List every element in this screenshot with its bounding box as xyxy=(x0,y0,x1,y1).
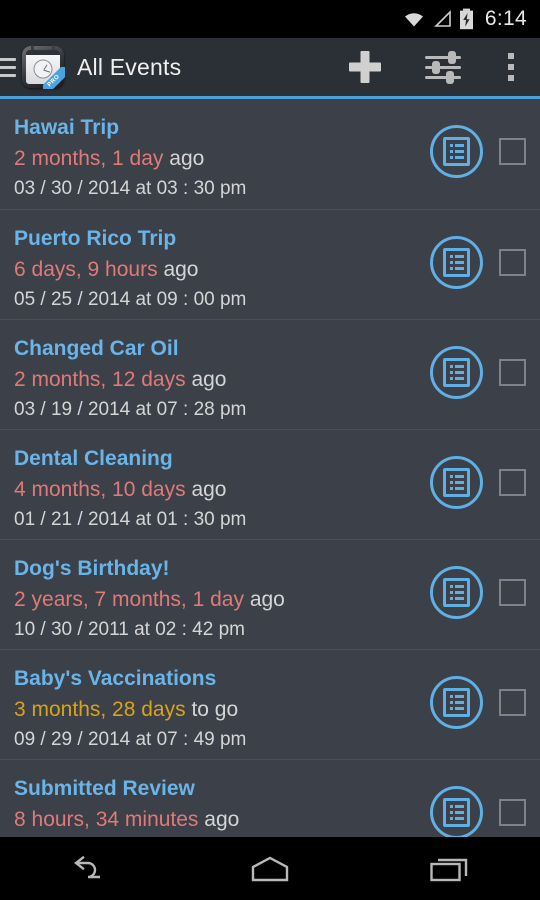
event-row[interactable]: Submitted Review 8 hours, 34 minutes ago xyxy=(0,759,540,837)
event-row-actions xyxy=(430,456,526,509)
more-vertical-icon xyxy=(508,53,514,81)
event-details-icon[interactable] xyxy=(430,346,483,399)
event-duration-value: 2 months, 1 day xyxy=(14,147,164,170)
event-row[interactable]: Changed Car Oil 2 months, 12 days ago 03 /… xyxy=(0,319,540,429)
event-row[interactable]: Dog's Birthday! 2 years, 7 months, 1 day … xyxy=(0,539,540,649)
recent-apps-icon xyxy=(430,858,468,881)
status-bar-clock: 6:14 xyxy=(484,7,527,30)
event-duration-value: 8 hours, 34 minutes xyxy=(14,808,199,831)
back-button[interactable] xyxy=(15,837,165,900)
event-duration-suffix: ago xyxy=(163,258,199,281)
pro-badge-label: PRO xyxy=(43,67,65,89)
event-date: 01 / 21 / 2014 at 01 : 30 pm xyxy=(14,509,247,530)
plus-icon xyxy=(349,51,381,83)
event-select-checkbox[interactable] xyxy=(499,469,526,496)
event-duration-value: 4 months, 10 days xyxy=(14,478,186,501)
event-details-icon[interactable] xyxy=(430,676,483,729)
back-icon xyxy=(74,855,100,878)
event-select-checkbox[interactable] xyxy=(499,359,526,386)
event-duration-value: 6 days, 9 hours xyxy=(14,258,158,281)
event-duration-value: 3 months, 28 days xyxy=(14,698,186,721)
event-row[interactable]: Puerto Rico Trip 6 days, 9 hours ago 05 / … xyxy=(0,209,540,319)
page-title: All Events xyxy=(77,53,182,80)
event-duration-suffix: ago xyxy=(191,478,227,501)
event-duration-suffix: ago xyxy=(249,588,285,611)
event-duration-suffix: ago xyxy=(204,808,240,831)
home-icon xyxy=(251,856,289,881)
event-select-checkbox[interactable] xyxy=(499,799,526,826)
event-row[interactable]: Baby's Vaccinations 3 months, 28 days to … xyxy=(0,649,540,759)
event-select-checkbox[interactable] xyxy=(499,249,526,276)
event-row-actions xyxy=(430,786,526,837)
event-select-checkbox[interactable] xyxy=(499,138,526,165)
event-duration-suffix: ago xyxy=(169,147,205,170)
event-row-actions xyxy=(430,566,526,619)
status-bar: 6:14 xyxy=(0,0,540,38)
event-select-checkbox[interactable] xyxy=(499,689,526,716)
wifi-icon xyxy=(402,10,426,28)
event-date: 05 / 25 / 2014 at 09 : 00 pm xyxy=(14,289,247,310)
event-date: 03 / 30 / 2014 at 03 : 30 pm xyxy=(14,178,247,199)
event-row-actions xyxy=(430,346,526,399)
cell-signal-icon xyxy=(433,10,452,28)
event-date: 10 / 30 / 2011 at 02 : 42 pm xyxy=(14,619,245,640)
event-date: 09 / 29 / 2014 at 07 : 49 pm xyxy=(14,729,247,750)
app-screen: 6:14 PRO All Events Hawai Trip 2 months,… xyxy=(0,0,540,900)
event-duration-suffix: to go xyxy=(191,698,239,721)
event-row[interactable]: Hawai Trip 2 months, 1 day ago 03 / 30 / 2… xyxy=(0,99,540,209)
event-date: 03 / 19 / 2014 at 07 : 28 pm xyxy=(14,399,247,420)
recent-apps-button[interactable] xyxy=(375,837,525,900)
event-row-actions xyxy=(430,236,526,289)
battery-charging-icon xyxy=(459,8,474,30)
event-details-icon[interactable] xyxy=(430,456,483,509)
event-row-actions xyxy=(430,676,526,729)
event-details-icon[interactable] xyxy=(430,236,483,289)
event-select-checkbox[interactable] xyxy=(499,579,526,606)
hamburger-menu-icon[interactable] xyxy=(0,57,16,77)
action-bar-actions xyxy=(326,38,540,96)
system-navigation-bar xyxy=(0,837,540,900)
app-logo-clock-calendar-icon[interactable]: PRO xyxy=(22,45,65,89)
action-bar: PRO All Events xyxy=(0,38,540,96)
add-event-button[interactable] xyxy=(326,38,404,96)
sliders-icon xyxy=(425,51,461,84)
event-row[interactable]: Dental Cleaning 4 months, 10 days ago 01 /… xyxy=(0,429,540,539)
event-list[interactable]: Hawai Trip 2 months, 1 day ago 03 / 30 / 2… xyxy=(0,99,540,837)
home-button[interactable] xyxy=(195,837,345,900)
event-details-icon[interactable] xyxy=(430,566,483,619)
event-duration-value: 2 years, 7 months, 1 day xyxy=(14,588,244,611)
event-details-icon[interactable] xyxy=(430,125,483,178)
overflow-menu-button[interactable] xyxy=(482,38,540,96)
event-row-actions xyxy=(430,125,526,178)
event-duration-value: 2 months, 12 days xyxy=(14,368,186,391)
filter-settings-button[interactable] xyxy=(404,38,482,96)
event-details-icon[interactable] xyxy=(430,786,483,837)
event-duration-suffix: ago xyxy=(191,368,227,391)
